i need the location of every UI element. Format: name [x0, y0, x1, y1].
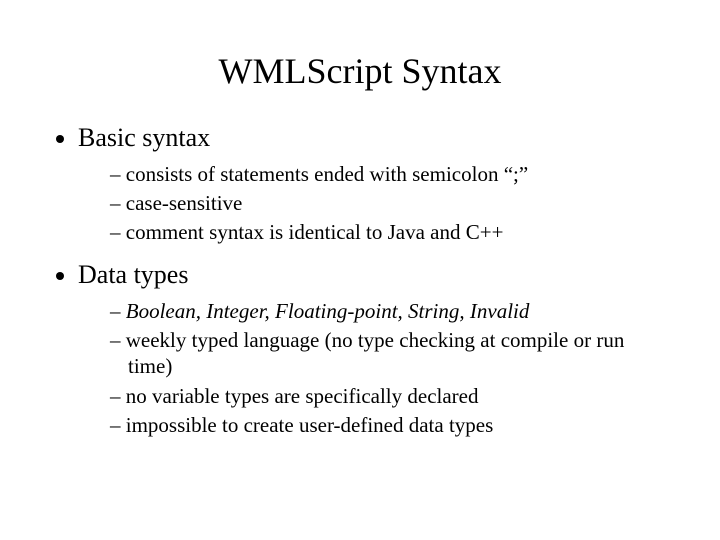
list-item: case-sensitive: [110, 190, 670, 216]
list-item-text: Boolean, Integer, Floating-point, String…: [126, 299, 530, 323]
list-item-text: weekly typed language (no type checking …: [126, 328, 625, 378]
list-item-text: no variable types are specifically decla…: [126, 384, 479, 408]
list-item-text: comment syntax is identical to Java and …: [126, 220, 504, 244]
section-heading: Data types Boolean, Integer, Floating-po…: [78, 259, 670, 438]
section-heading: Basic syntax consists of statements ende…: [78, 122, 670, 245]
section-heading-text: Basic syntax: [78, 123, 210, 152]
list-item: comment syntax is identical to Java and …: [110, 219, 670, 245]
list-item: consists of statements ended with semico…: [110, 161, 670, 187]
bullet-list-level2: Boolean, Integer, Floating-point, String…: [78, 298, 670, 438]
list-item: no variable types are specifically decla…: [110, 383, 670, 409]
section-heading-text: Data types: [78, 260, 188, 289]
list-item-text: consists of statements ended with semico…: [126, 162, 528, 186]
slide-title: WMLScript Syntax: [50, 50, 670, 92]
list-item: Boolean, Integer, Floating-point, String…: [110, 298, 670, 324]
bullet-list-level1: Basic syntax consists of statements ende…: [50, 122, 670, 438]
list-item: weekly typed language (no type checking …: [110, 327, 670, 380]
list-item: impossible to create user-defined data t…: [110, 412, 670, 438]
list-item-text: case-sensitive: [126, 191, 243, 215]
bullet-list-level2: consists of statements ended with semico…: [78, 161, 670, 246]
slide: WMLScript Syntax Basic syntax consists o…: [0, 0, 720, 540]
list-item-text: impossible to create user-defined data t…: [126, 413, 494, 437]
